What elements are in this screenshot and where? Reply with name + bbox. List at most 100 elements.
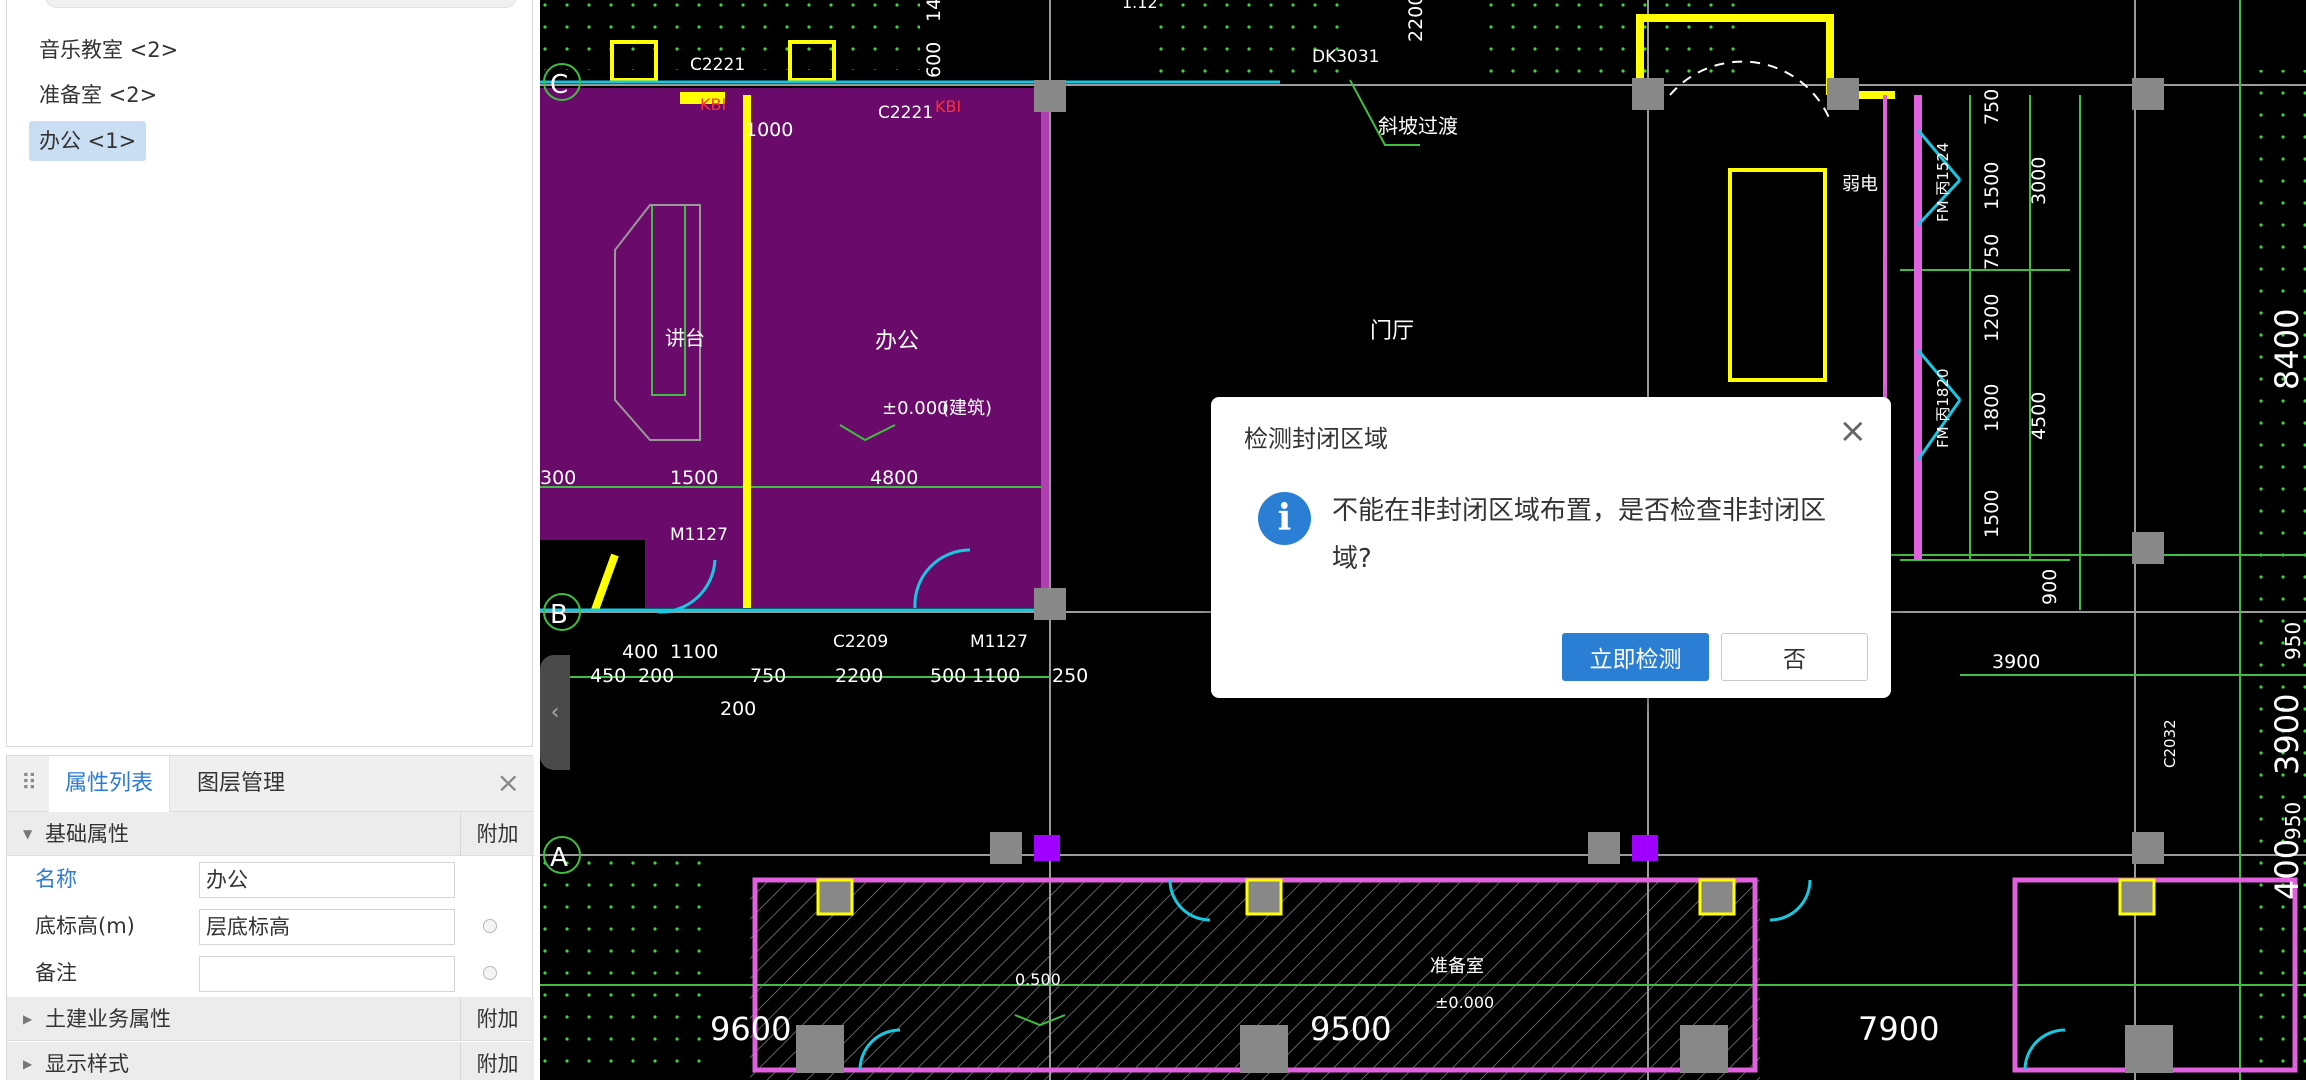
dimension-label: 9600: [710, 1010, 791, 1048]
group-title: 土建业务属性: [45, 1007, 171, 1031]
axis-label: A: [550, 843, 568, 873]
dimension-label: 500: [930, 665, 966, 687]
window-tag: DK3031: [1312, 47, 1380, 67]
dimension-label: 3000: [2028, 157, 2050, 205]
app-window: 音乐教室 <2> 准备室 <2> 办公 <1> ⠿ 属性列表 图层管理 × ▼ …: [0, 0, 2306, 1080]
dimension-label: 140: [923, 0, 945, 22]
info-icon: i: [1258, 492, 1311, 545]
dialog-message: 不能在非封闭区域布置，是否检查非封闭区域?: [1332, 496, 1827, 574]
axis-label: C: [550, 70, 568, 100]
dimension-label: 1500: [670, 467, 718, 489]
room-list-panel: 音乐教室 <2> 准备室 <2> 办公 <1>: [6, 0, 533, 747]
office-room-fill[interactable]: [540, 88, 1050, 608]
room-label: 弱电: [1842, 174, 1878, 195]
dimension-label: 3900: [1992, 651, 2040, 673]
dimension-label: 750: [1981, 89, 2003, 125]
room-label: 办公: [875, 329, 919, 354]
dimension-label: 2200: [835, 665, 883, 687]
dimension-label: 1100: [972, 665, 1020, 687]
group-display[interactable]: ▶ 显示样式 附加: [7, 1042, 534, 1080]
dimension-label: 7900: [1858, 1010, 1939, 1048]
dimension-label: 3900: [2268, 694, 2306, 775]
door-tag: FM 丙1524: [1934, 142, 1952, 222]
dimension-label: 1100: [670, 641, 718, 663]
elevation-label: ±0.000: [882, 398, 949, 419]
close-icon[interactable]: ×: [497, 768, 520, 798]
elevation-label: ±0.000: [1435, 993, 1494, 1012]
group-civil[interactable]: ▶ 土建业务属性 附加: [7, 997, 534, 1041]
dialog-title: 检测封闭区域: [1244, 425, 1388, 453]
planting-area: [1485, 0, 1750, 80]
base-elev-field[interactable]: 层底标高: [199, 909, 455, 945]
search-box[interactable]: [45, 0, 517, 8]
dimension-label: 250: [1052, 665, 1088, 687]
note-field[interactable]: [199, 956, 455, 992]
room-list-item-selected[interactable]: 办公 <1>: [29, 121, 147, 161]
dimension-label: 1.12: [1122, 0, 1158, 12]
drag-handle-icon[interactable]: ⠿: [21, 770, 37, 798]
group-extra: 附加: [460, 812, 534, 856]
dimension-label: 200: [720, 698, 756, 720]
room-label: 斜坡过渡: [1378, 114, 1458, 138]
dimension-label: 200: [638, 665, 674, 687]
detect-now-button[interactable]: 立即检测: [1562, 633, 1709, 681]
room-label: 讲台: [665, 326, 705, 350]
detect-closed-area-dialog: 检测封闭区域 × i 不能在非封闭区域布置，是否检查非封闭区域? 立即检测 否: [1211, 397, 1891, 698]
group-title: 显示样式: [45, 1052, 129, 1076]
window-tag: C2032: [2161, 719, 2179, 768]
room-label: 准备室: [1430, 956, 1484, 977]
prop-label: 备注: [35, 961, 77, 985]
dimension-label: 300: [540, 467, 576, 489]
window-tag: C2221: [690, 55, 745, 75]
dimension-label: 750: [750, 665, 786, 687]
door-tag: M1127: [970, 632, 1028, 652]
collapse-panel-handle[interactable]: ‹: [540, 655, 570, 770]
room-list-item[interactable]: 音乐教室 <2>: [29, 30, 188, 70]
radio-dot-icon[interactable]: [483, 919, 497, 933]
prop-label: 底标高(m): [35, 914, 135, 938]
dimension-label: 900: [2039, 569, 2061, 605]
dimension-label: 750: [1981, 234, 2003, 270]
dimension-label: 1800: [1981, 384, 2003, 432]
axis-label: B: [550, 600, 568, 630]
window-tag: KBI: [935, 97, 961, 116]
close-icon[interactable]: ×: [1839, 411, 1868, 451]
caret-right-icon: ▶: [23, 1012, 33, 1026]
prop-label: 名称: [35, 867, 77, 891]
group-extra: 附加: [460, 997, 534, 1041]
group-basic[interactable]: ▼ 基础属性 附加: [7, 812, 534, 856]
dimension-label: 950: [2281, 622, 2305, 660]
dimension-label: 8400: [2268, 309, 2306, 390]
dimension-label: 400: [2268, 839, 2306, 900]
dimension-label: 4500: [2028, 392, 2050, 440]
tab-layers[interactable]: 图层管理: [181, 756, 301, 812]
group-title: 基础属性: [45, 822, 129, 846]
elevation-label: 0.500: [1015, 970, 1061, 989]
room-list-item[interactable]: 准备室 <2>: [29, 75, 167, 115]
door-tag: M1127: [670, 525, 728, 545]
room-label: 门厅: [1370, 319, 1414, 344]
name-field[interactable]: 办公: [199, 862, 455, 898]
dimension-label: 600: [923, 42, 945, 78]
tab-attributes[interactable]: 属性列表: [49, 756, 171, 812]
planting-area: [540, 860, 710, 1080]
dimension-label: 1500: [1981, 162, 2003, 210]
dimension-label: 1200: [1981, 294, 2003, 342]
no-button[interactable]: 否: [1721, 633, 1868, 681]
radio-dot-icon[interactable]: [483, 966, 497, 980]
dimension-label: 4800: [870, 467, 918, 489]
dimension-label: 2200: [1405, 0, 1427, 42]
door-tag: FM 丙1820: [1934, 368, 1952, 448]
window-tag: C2209: [833, 632, 888, 652]
elevation-label: (建筑): [942, 398, 992, 419]
dimension-label: 450: [590, 665, 626, 687]
window-tag: KBI: [700, 95, 726, 114]
caret-right-icon: ▶: [23, 1057, 33, 1071]
left-panel: 音乐教室 <2> 准备室 <2> 办公 <1> ⠿ 属性列表 图层管理 × ▼ …: [0, 0, 540, 1080]
dimension-label: 400: [622, 641, 658, 663]
window-tag: C2221: [878, 103, 933, 123]
property-panel: ⠿ 属性列表 图层管理 × ▼ 基础属性 附加 名称 办公 底标高(m) 层底标…: [6, 755, 534, 1080]
prop-row-note: 备注: [7, 950, 534, 997]
dimension-label: 1000: [745, 119, 793, 141]
property-tabs: ⠿ 属性列表 图层管理 ×: [7, 756, 534, 812]
